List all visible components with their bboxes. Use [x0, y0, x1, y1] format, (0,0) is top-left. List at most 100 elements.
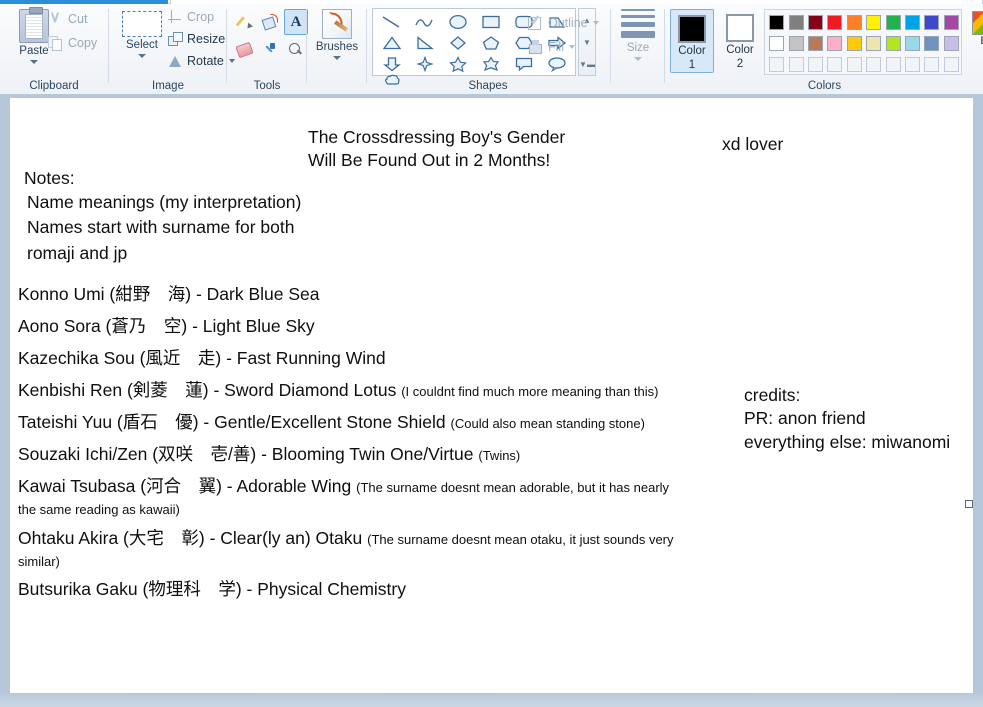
copy-button[interactable]: Copy [48, 36, 97, 51]
brushes-button[interactable]: Brushes [314, 7, 360, 60]
palette-swatch-2-6[interactable] [883, 54, 902, 75]
size-bar-2 [621, 15, 655, 18]
palette-swatch-chip [827, 15, 843, 30]
magnifier-icon [289, 43, 303, 57]
select-label: Select [126, 39, 158, 51]
palette-swatch-chip [769, 15, 785, 30]
palette-swatch-0-8[interactable] [922, 12, 941, 33]
pencil-tool[interactable] [232, 9, 256, 35]
size-label: Size [626, 42, 650, 54]
fill-button[interactable]: Fill [528, 39, 575, 54]
text-a-icon: A [290, 13, 302, 30]
shape-triangle[interactable] [375, 32, 408, 53]
outline-button[interactable]: Outline [528, 15, 599, 30]
color-1-swatch [678, 15, 706, 43]
palette-swatch-1-3[interactable] [825, 33, 844, 54]
shape-pentagon[interactable] [474, 32, 507, 53]
palette-swatch-2-7[interactable] [903, 54, 922, 75]
text-tool[interactable]: A [284, 9, 308, 35]
palette-swatch-2-8[interactable] [922, 54, 941, 75]
entry-5-note: (Twins) [478, 448, 521, 463]
shape-curve[interactable] [408, 11, 441, 32]
magnifier-tool[interactable] [284, 37, 308, 63]
color-1-button[interactable]: Color 1 [670, 9, 714, 73]
palette-swatch-1-8[interactable] [922, 33, 941, 54]
fill-icon [528, 39, 543, 54]
chevron-down-icon[interactable] [592, 20, 599, 25]
eraser-tool[interactable] [232, 37, 256, 63]
palette-swatch-1-4[interactable] [845, 33, 864, 54]
shape-five-point-star[interactable] [441, 53, 474, 74]
palette-swatch-0-9[interactable] [942, 12, 961, 33]
drawing-canvas[interactable]: The Crossdressing Boy's Gender Will Be F… [10, 98, 973, 693]
palette-swatch-2-1[interactable] [786, 54, 805, 75]
palette-swatch-0-5[interactable] [864, 12, 883, 33]
entry-0: Konno Umi (紺野 海) - Dark Blue Sea [18, 284, 320, 304]
shape-right-triangle[interactable] [408, 32, 441, 53]
palette-swatch-chip [866, 15, 882, 30]
shape-four-point-star[interactable] [408, 53, 441, 74]
palette-swatch-0-6[interactable] [883, 12, 902, 33]
entry-1: Aono Sora (蒼乃 空) - Light Blue Sky [18, 316, 315, 336]
palette-swatch-1-7[interactable] [903, 33, 922, 54]
palette-swatch-2-3[interactable] [825, 54, 844, 75]
palette-swatch-0-4[interactable] [845, 12, 864, 33]
palette-swatch-1-5[interactable] [864, 33, 883, 54]
palette-swatch-0-2[interactable] [806, 12, 825, 33]
edit-colors-button[interactable]: E [966, 9, 983, 47]
palette-swatch-2-9[interactable] [942, 54, 961, 75]
color-picker-tool[interactable] [258, 37, 282, 63]
credits-header: credits: [744, 385, 801, 405]
shape-rectangle[interactable] [474, 11, 507, 32]
chevron-down-icon[interactable] [568, 44, 575, 49]
palette-swatch-0-0[interactable] [767, 12, 786, 33]
select-button[interactable]: Select [118, 7, 166, 58]
color-2-number: 2 [736, 58, 744, 70]
rotate-icon [168, 54, 182, 68]
palette-swatch-2-2[interactable] [806, 54, 825, 75]
group-divider-5 [610, 9, 611, 83]
chevron-down-icon[interactable] [634, 57, 642, 61]
palette-swatch-chip [788, 36, 804, 51]
color-2-button[interactable]: Color 2 [718, 9, 762, 73]
group-label-tools: Tools [253, 80, 281, 92]
shape-oval[interactable] [441, 11, 474, 32]
palette-swatch-0-3[interactable] [825, 12, 844, 33]
palette-swatch-chip [885, 36, 901, 51]
crop-button[interactable]: Crop [168, 10, 214, 24]
palette-swatch-0-1[interactable] [786, 12, 805, 33]
shape-down-arrow[interactable] [375, 53, 408, 74]
palette-swatch-0-7[interactable] [903, 12, 922, 33]
resize-icon [168, 32, 183, 46]
palette-swatch-2-4[interactable] [845, 54, 864, 75]
rotate-button[interactable]: Rotate [168, 54, 235, 68]
chevron-down-icon[interactable] [30, 60, 38, 64]
tabstrip-content-edge [170, 0, 983, 4]
chevron-down-icon[interactable] [138, 54, 146, 58]
palette-swatch-1-1[interactable] [786, 33, 805, 54]
canvas-resize-handle-right[interactable] [965, 500, 973, 508]
canvas-bottom-margin [0, 693, 983, 707]
entry-3: Kenbishi Ren (剣菱 蓮) - Sword Diamond Lotu… [18, 380, 659, 400]
canvas-title-line-1: The Crossdressing Boy's Gender [308, 127, 566, 147]
chevron-down-icon[interactable] [333, 56, 341, 60]
resize-button[interactable]: Resize [168, 32, 225, 46]
shape-six-point-star[interactable] [474, 53, 507, 74]
size-button[interactable]: Size [617, 9, 659, 61]
fill-label: Fill [548, 39, 564, 54]
group-label-image: Image [152, 80, 184, 92]
tab-home-active-indicator[interactable] [0, 0, 168, 4]
palette-swatch-1-0[interactable] [767, 33, 786, 54]
palette-swatch-2-0[interactable] [767, 54, 786, 75]
shape-diamond[interactable] [441, 32, 474, 53]
fill-with-color-tool[interactable] [258, 9, 282, 35]
resize-label: Resize [187, 32, 226, 46]
palette-swatch-1-2[interactable] [806, 33, 825, 54]
notes-line-1: Names start with surname for both [27, 217, 295, 237]
palette-swatch-1-6[interactable] [883, 33, 902, 54]
shape-line[interactable] [375, 11, 408, 32]
palette-swatch-1-9[interactable] [942, 33, 961, 54]
cut-button[interactable]: Cut [48, 12, 87, 26]
palette-swatch-2-5[interactable] [864, 54, 883, 75]
entry-8: Butsurika Gaku (物理科 学) - Physical Chemis… [18, 579, 406, 599]
